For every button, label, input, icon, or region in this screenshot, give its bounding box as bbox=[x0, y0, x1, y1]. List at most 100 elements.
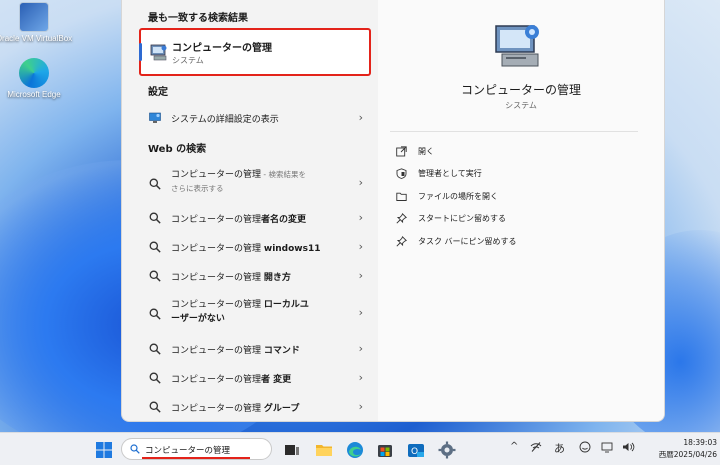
query-completion-line2: ーザーがない bbox=[171, 314, 225, 324]
web-item-label: コンピューターの管理者名の変更 bbox=[171, 212, 306, 225]
system-clock[interactable]: 18:39:03 西暦2025/04/26 bbox=[647, 437, 717, 461]
chevron-right-icon: › bbox=[358, 111, 363, 124]
query-completion: 開き方 bbox=[263, 273, 291, 283]
settings-header: 設定 bbox=[148, 87, 168, 98]
desktop-icon-label: Oracle VM VirtualBox bbox=[0, 34, 73, 43]
query-prefix: コンピューターの管理 bbox=[171, 215, 262, 225]
settings-gear-icon[interactable] bbox=[436, 439, 458, 461]
search-highlight-underline bbox=[142, 457, 250, 459]
search-icon bbox=[149, 308, 161, 320]
open-external-icon bbox=[396, 146, 407, 157]
settings-item-advanced-system[interactable]: システムの詳細設定の表示 › bbox=[139, 104, 371, 132]
search-icon bbox=[149, 270, 161, 282]
query-prefix: コンピューターの管理 bbox=[171, 244, 264, 254]
query-completion: コマンド bbox=[263, 346, 300, 356]
clock-date: 西暦2025/04/26 bbox=[658, 450, 717, 459]
action-label: 管理者として実行 bbox=[418, 169, 482, 178]
query-prefix: コンピューターの管理 bbox=[171, 300, 264, 310]
web-item[interactable]: コンピューターの管理 コマンド › bbox=[139, 335, 371, 363]
best-match-header: 最も一致する検索結果 bbox=[148, 13, 248, 24]
shield-icon bbox=[396, 168, 407, 179]
taskbar-search-input[interactable]: コンピューターの管理 bbox=[145, 444, 230, 456]
query-prefix: コンピューターの管理 bbox=[171, 375, 262, 385]
web-item-label: コンピューターの管理 グループ bbox=[171, 401, 299, 414]
web-item[interactable]: コンピューターの管理者名の変更 › bbox=[139, 204, 371, 232]
taskbar-search-box[interactable]: コンピューターの管理 bbox=[121, 438, 272, 460]
chevron-right-icon: › bbox=[358, 269, 363, 282]
computer-management-icon bbox=[150, 44, 167, 61]
query-completion: windows11 bbox=[263, 244, 321, 254]
action-pin-taskbar[interactable]: タスク バーにピン留めする bbox=[396, 234, 636, 250]
pin-icon bbox=[396, 236, 407, 247]
query-completion: 者名の変更 bbox=[261, 215, 307, 225]
search-icon bbox=[149, 401, 161, 413]
action-open-file-location[interactable]: ファイルの場所を開く bbox=[396, 189, 636, 205]
detail-title: コンピューターの管理 bbox=[460, 83, 581, 97]
best-match-subtitle: システム bbox=[172, 56, 204, 65]
chevron-up-icon[interactable]: ^ bbox=[510, 441, 518, 452]
web-item[interactable]: コンピューターの管理 開き方 › bbox=[139, 262, 371, 290]
search-icon bbox=[130, 444, 140, 454]
volume-icon[interactable] bbox=[622, 441, 635, 453]
web-item-label: コンピューターの管理 - 検索結果を さらに表示する bbox=[171, 168, 331, 196]
microsoft-store-icon[interactable] bbox=[374, 439, 396, 461]
action-open[interactable]: 開く bbox=[396, 144, 636, 160]
detail-divider bbox=[390, 131, 638, 132]
results-list: 最も一致する検索結果 コンピューターの管理 システム 設定 システムの詳細設定の… bbox=[122, 0, 374, 421]
emoji-icon[interactable] bbox=[579, 441, 591, 453]
display-icon[interactable] bbox=[601, 441, 613, 453]
settings-item-label: システムの詳細設定の表示 bbox=[171, 115, 279, 125]
web-item-label: コンピューターの管理 windows11 bbox=[171, 241, 321, 254]
web-item-label: コンピューターの管理 開き方 bbox=[171, 270, 291, 283]
action-label: ファイルの場所を開く bbox=[418, 192, 498, 201]
detail-pane: コンピューターの管理 システム 開く 管理者として実行 ファイルの場所を開く ス… bbox=[378, 0, 664, 421]
query-completion: ローカルユ bbox=[263, 300, 309, 310]
chevron-right-icon: › bbox=[358, 371, 363, 384]
start-search-panel: 最も一致する検索結果 コンピューターの管理 システム 設定 システムの詳細設定の… bbox=[121, 0, 665, 422]
web-item[interactable]: コンピューターの管理 - 検索結果を さらに表示する › bbox=[139, 166, 371, 200]
file-explorer-icon[interactable] bbox=[313, 439, 335, 461]
action-pin-start[interactable]: スタートにピン留めする bbox=[396, 211, 636, 227]
web-item-label: コンピューターの管理 ローカルユーザーがない bbox=[171, 298, 331, 326]
web-item[interactable]: コンピューターの管理 グループ › bbox=[139, 393, 371, 421]
desktop-icon-edge[interactable]: Microsoft Edge bbox=[0, 58, 74, 100]
web-search-header: Web の検索 bbox=[148, 144, 207, 155]
query-prefix: コンピューターの管理 bbox=[171, 346, 264, 356]
web-item[interactable]: コンピューターの管理 windows11 › bbox=[139, 233, 371, 261]
web-item[interactable]: コンピューターの管理者 変更 › bbox=[139, 364, 371, 392]
best-match-title: コンピューターの管理 bbox=[172, 43, 272, 54]
edge-icon bbox=[19, 58, 49, 88]
search-icon bbox=[149, 178, 161, 190]
query-suffix-line2: さらに表示する bbox=[171, 184, 224, 193]
action-label: タスク バーにピン留めする bbox=[418, 237, 517, 246]
best-match-result[interactable]: コンピューターの管理 システム bbox=[139, 28, 371, 76]
folder-icon bbox=[396, 192, 407, 201]
action-run-as-admin[interactable]: 管理者として実行 bbox=[396, 166, 636, 182]
chevron-right-icon: › bbox=[358, 176, 363, 189]
windows-start-icon[interactable] bbox=[93, 439, 115, 461]
system-settings-icon bbox=[149, 112, 161, 123]
query-prefix: コンピューターの管理 bbox=[171, 170, 262, 180]
computer-management-large-icon bbox=[495, 25, 539, 67]
ime-mode-indicator[interactable]: あ bbox=[554, 440, 565, 456]
web-item[interactable]: コンピューターの管理 ローカルユーザーがない › bbox=[139, 296, 371, 330]
chevron-right-icon: › bbox=[358, 342, 363, 355]
edge-browser-icon[interactable] bbox=[344, 439, 366, 461]
search-icon bbox=[149, 212, 161, 224]
outlook-icon[interactable]: O bbox=[405, 439, 427, 461]
web-item-label: コンピューターの管理 コマンド bbox=[171, 343, 300, 356]
desktop-icon-virtualbox[interactable]: Oracle VM VirtualBox bbox=[0, 2, 74, 44]
virtualbox-icon bbox=[19, 2, 49, 32]
network-off-icon[interactable] bbox=[530, 441, 542, 453]
query-prefix: コンピューターの管理 bbox=[171, 273, 264, 283]
chevron-right-icon: › bbox=[358, 240, 363, 253]
clock-time: 18:39:03 bbox=[683, 438, 717, 447]
task-view-icon[interactable] bbox=[281, 439, 303, 461]
chevron-right-icon: › bbox=[358, 306, 363, 319]
desktop-icon-label: Microsoft Edge bbox=[7, 90, 61, 99]
search-icon bbox=[149, 372, 161, 384]
query-completion: 者 変更 bbox=[261, 375, 292, 385]
detail-subtitle: システム bbox=[505, 101, 537, 110]
chevron-right-icon: › bbox=[358, 400, 363, 413]
selection-accent bbox=[139, 43, 142, 61]
